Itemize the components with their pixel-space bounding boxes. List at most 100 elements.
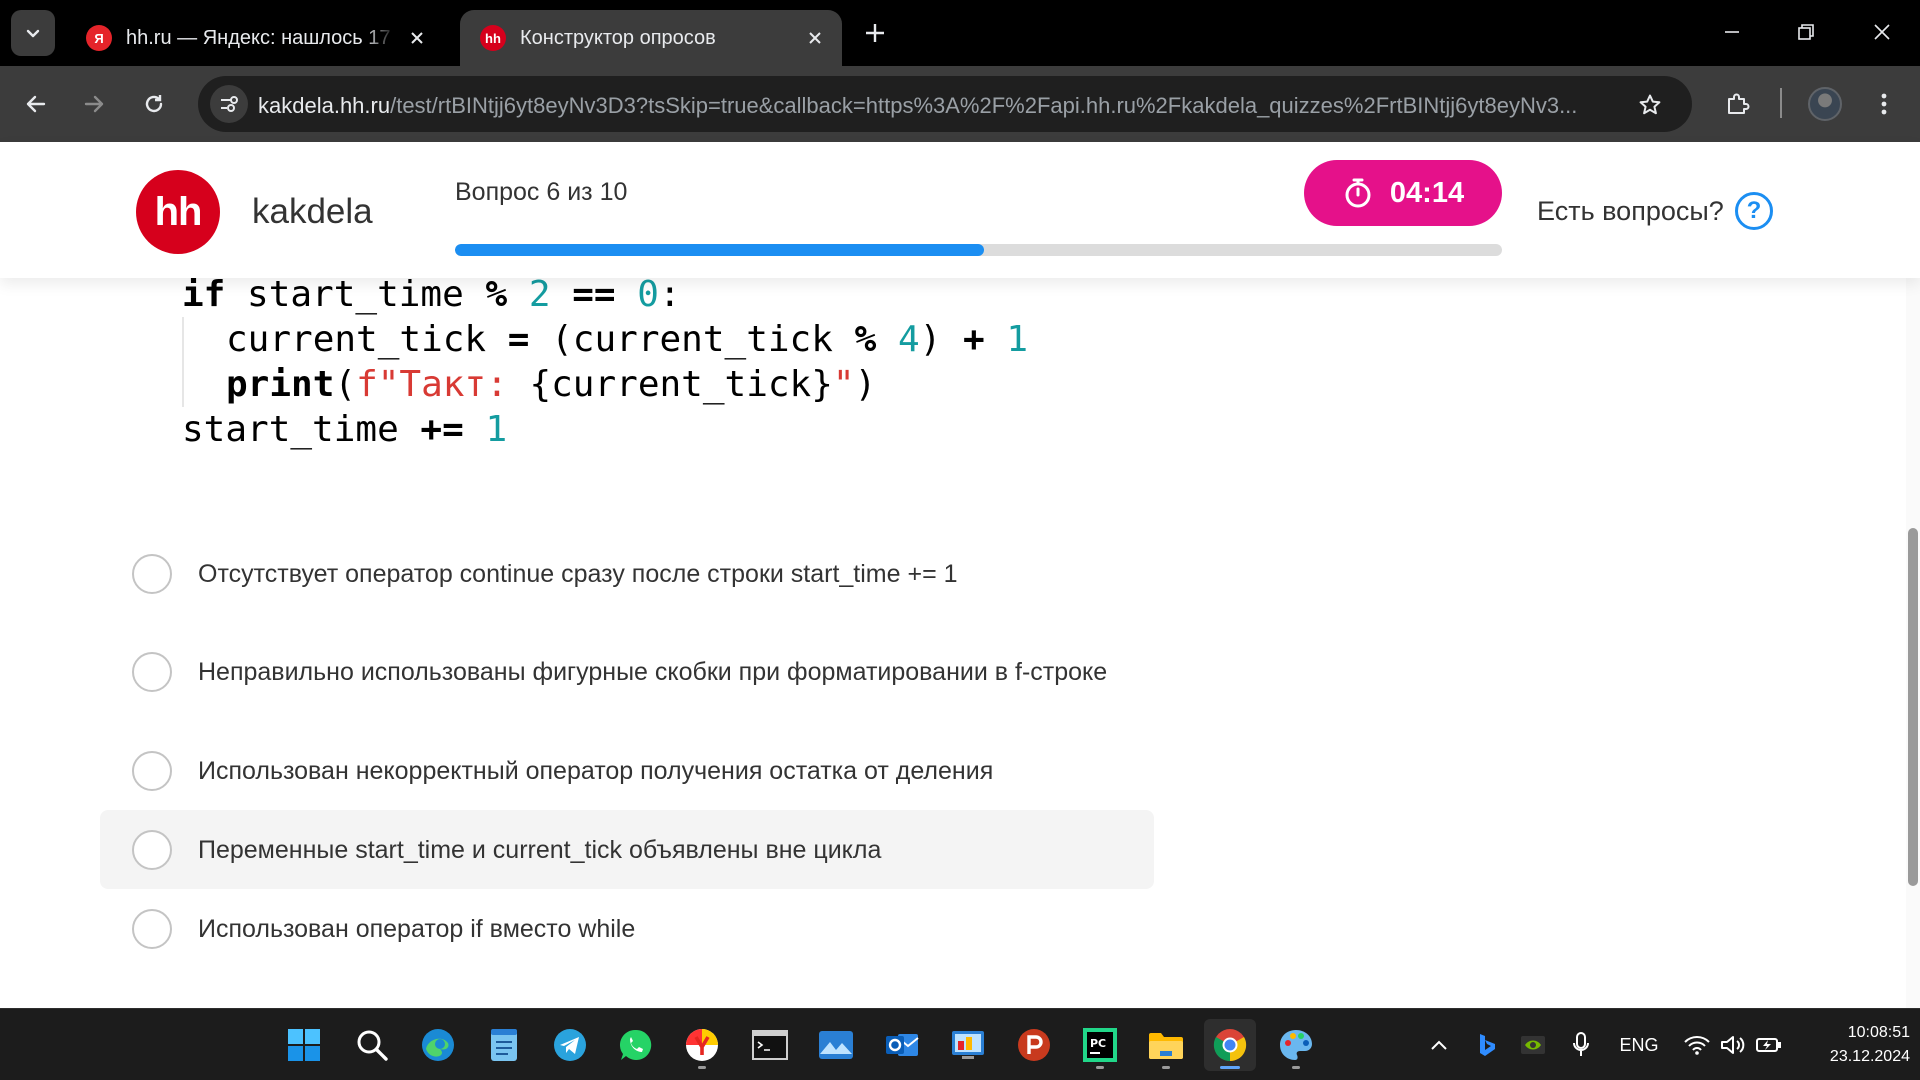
code-token: : (658, 274, 681, 315)
taskbar-search[interactable] (346, 1019, 398, 1071)
extensions-button[interactable] (1716, 82, 1760, 126)
taskbar-terminal[interactable] (744, 1019, 796, 1071)
scrollbar-thumb[interactable] (1908, 528, 1918, 886)
code-token: == (572, 274, 616, 315)
code-line: current_tick = (current_tick % 4) + 1 (182, 317, 1028, 362)
chevron-up-icon (1431, 1040, 1447, 1050)
taskbar-chrome[interactable] (1204, 1019, 1256, 1071)
answer-option[interactable]: Отсутствует оператор continue сразу посл… (100, 534, 1154, 613)
browser-toolbar: kakdela.hh.ru/test/rtBINtjj6yt8eyNv3D3?t… (0, 66, 1920, 142)
address-bar[interactable]: kakdela.hh.ru/test/rtBINtjj6yt8eyNv3D3?t… (198, 76, 1692, 132)
hh-logo[interactable]: hh (136, 170, 220, 254)
profile-avatar[interactable] (1808, 87, 1842, 121)
radio-button[interactable] (132, 750, 172, 791)
bookmark-button[interactable] (1634, 89, 1666, 121)
taskbar-telegram[interactable] (544, 1019, 596, 1071)
answer-option[interactable]: Переменные start_time и current_tick объ… (100, 810, 1154, 889)
answer-option[interactable]: Неправильно использованы фигурные скобки… (100, 613, 1154, 731)
code-token: {current_tick} (529, 364, 833, 405)
taskbar-paint[interactable] (1270, 1019, 1322, 1071)
code-token: if (182, 274, 226, 315)
answer-option[interactable]: Использован некорректный оператор получе… (100, 731, 1154, 810)
taskbar-photos[interactable] (810, 1019, 862, 1071)
bing-icon (1480, 1034, 1495, 1056)
tab-search-button[interactable] (11, 10, 55, 56)
running-indicator (1220, 1066, 1240, 1069)
taskbar-pycharm[interactable]: PC (1074, 1019, 1126, 1071)
help-link[interactable]: Есть вопросы? (1537, 196, 1724, 227)
reload-button[interactable] (132, 82, 176, 126)
brand-name: kakdela (252, 192, 373, 231)
indent-guide (182, 362, 226, 407)
tray-microphone[interactable] (1566, 1029, 1596, 1061)
notepad-icon (491, 1029, 517, 1061)
browser-menu-button[interactable] (1862, 82, 1906, 126)
timer-value: 04:14 (1389, 176, 1465, 209)
help-icon[interactable]: ? (1735, 192, 1773, 230)
minimize-icon (1725, 31, 1739, 33)
new-tab-button[interactable] (858, 16, 892, 50)
tray-bing[interactable] (1472, 1029, 1502, 1061)
answer-option-text: Отсутствует оператор continue сразу посл… (198, 559, 958, 588)
phpstorm-icon (1018, 1029, 1050, 1061)
code-token: 1 (485, 409, 508, 450)
taskbar-edge[interactable] (412, 1019, 464, 1071)
url-host: kakdela.hh.ru (258, 93, 391, 118)
close-tab-button[interactable] (404, 25, 430, 51)
taskbar-control-panel[interactable] (942, 1019, 994, 1071)
answer-option-text: Использован некорректный оператор получе… (198, 756, 994, 785)
code-token: 2 (528, 274, 551, 315)
yandex-browser-icon (686, 1029, 718, 1061)
taskbar-notepad[interactable] (478, 1019, 530, 1071)
taskbar-file-explorer[interactable] (1140, 1019, 1192, 1071)
minimize-button[interactable] (1710, 12, 1754, 52)
progress-fill (455, 244, 984, 256)
telegram-icon (554, 1029, 586, 1061)
tray-overflow-button[interactable] (1424, 1029, 1454, 1061)
close-tab-button[interactable] (802, 25, 828, 51)
forward-button[interactable] (72, 82, 116, 126)
hh-favicon: hh (480, 25, 506, 51)
tray-volume[interactable] (1718, 1029, 1748, 1061)
tab-title: Конструктор опросов (520, 26, 716, 49)
code-line: if start_time % 2 == 0: (182, 272, 1028, 317)
code-token: 1 (1006, 319, 1029, 360)
taskbar-outlook[interactable] (876, 1019, 928, 1071)
windows-start-icon (288, 1029, 320, 1061)
start-button[interactable] (278, 1019, 330, 1071)
puzzle-icon (1728, 93, 1750, 114)
running-indicator (1162, 1066, 1170, 1069)
system-clock[interactable]: 10:08:51 23.12.2024 (1800, 1021, 1910, 1069)
quiz-header: hh kakdela Вопрос 6 из 10 04:14 Есть воп… (0, 142, 1920, 278)
tray-language[interactable]: ENG (1614, 1029, 1664, 1061)
code-token: start_time (182, 409, 421, 450)
whatsapp-icon (619, 1029, 652, 1060)
answer-option[interactable]: Использован оператор if вместо while (100, 889, 1154, 968)
tray-battery[interactable] (1754, 1029, 1784, 1061)
question-counter: Вопрос 6 из 10 (455, 178, 628, 206)
taskbar-phpstorm[interactable] (1008, 1019, 1060, 1071)
radio-button[interactable] (132, 908, 172, 949)
back-button[interactable] (14, 82, 58, 126)
microphone-icon (1573, 1032, 1589, 1056)
nvidia-icon (1521, 1036, 1545, 1054)
code-token: print (226, 364, 335, 405)
radio-button[interactable] (132, 553, 172, 594)
paint-icon (1280, 1030, 1312, 1060)
site-info-button[interactable] (210, 85, 248, 123)
tab-yandex[interactable]: Я hh.ru — Яндекс: нашлось 17 млн результ… (66, 10, 444, 66)
taskbar-yandex-browser[interactable] (676, 1019, 728, 1071)
tray-wifi[interactable] (1682, 1029, 1712, 1061)
edge-icon (422, 1029, 454, 1061)
clock-date: 23.12.2024 (1829, 1048, 1910, 1065)
radio-button[interactable] (132, 652, 172, 692)
close-window-button[interactable] (1860, 12, 1904, 52)
tray-nvidia[interactable] (1518, 1029, 1548, 1061)
radio-button[interactable] (132, 829, 172, 870)
tab-survey-builder[interactable]: hh Конструктор опросов (460, 10, 842, 66)
url-text[interactable]: kakdela.hh.ru/test/rtBINtjj6yt8eyNv3D3?t… (258, 93, 1618, 119)
restore-button[interactable] (1784, 12, 1828, 52)
pycharm-icon: PC (1083, 1028, 1117, 1062)
taskbar-whatsapp[interactable] (610, 1019, 662, 1071)
